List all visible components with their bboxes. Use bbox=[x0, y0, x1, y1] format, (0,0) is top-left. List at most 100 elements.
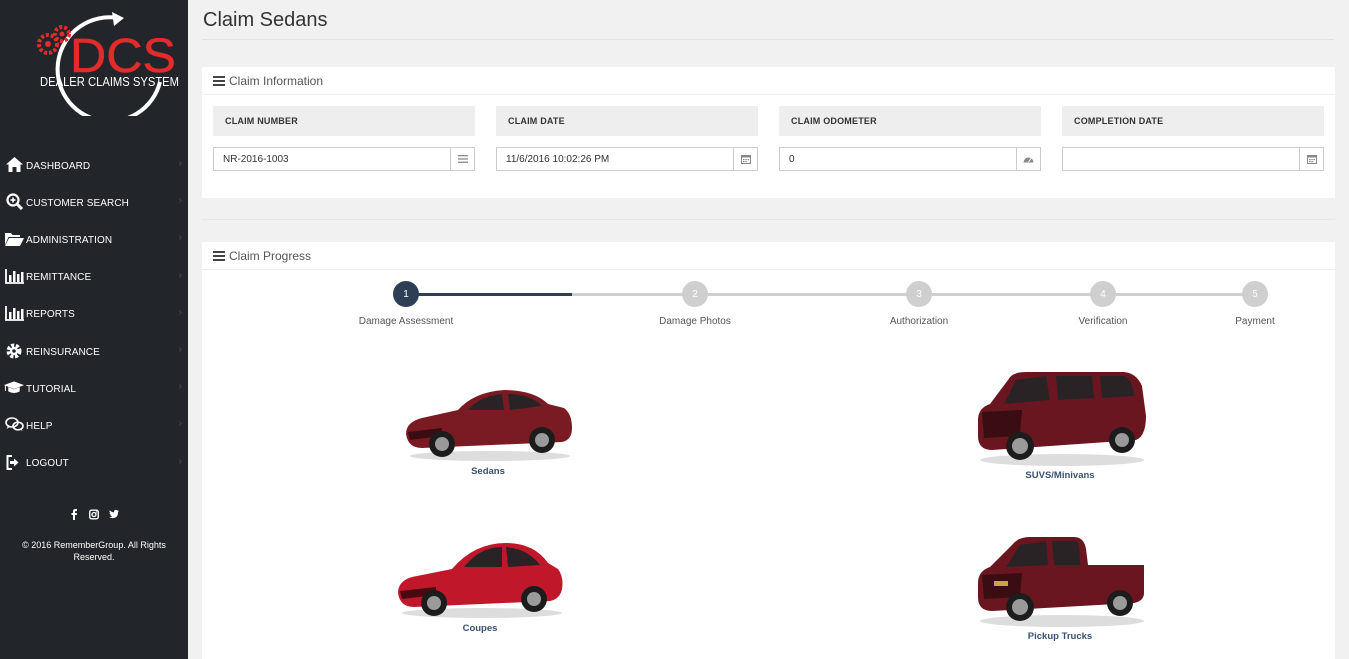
step-number: 3 bbox=[906, 281, 932, 307]
sidebar-item-label: LOGOUT bbox=[26, 458, 69, 470]
dcs-logo[interactable]: DCS DEALER CLAIMS SYSTEM bbox=[20, 4, 180, 124]
claim-number-input[interactable] bbox=[214, 148, 450, 170]
sidebar-item-dashboard[interactable]: DASHBOARD › bbox=[0, 146, 188, 183]
step-number: 4 bbox=[1090, 281, 1116, 307]
page-title: Claim Sedans bbox=[203, 9, 328, 31]
field-label: CLAIM ODOMETER bbox=[779, 106, 1041, 136]
coupe-car-image bbox=[398, 543, 563, 618]
graduation-cap-icon bbox=[4, 379, 24, 397]
dashboard-gauge-icon[interactable] bbox=[1016, 148, 1040, 170]
sidebar-item-remittance[interactable]: REMITTANCE › bbox=[0, 258, 188, 295]
search-plus-icon bbox=[4, 193, 24, 211]
list-icon[interactable] bbox=[450, 148, 474, 170]
vehicle-option-pickup-trucks[interactable]: Pickup Trucks bbox=[960, 527, 1160, 642]
sidebar: DCS DEALER CLAIMS SYSTEM DASHBOARD › CUS… bbox=[0, 0, 188, 659]
bar-chart-icon bbox=[4, 267, 24, 285]
suv-car-image bbox=[978, 372, 1146, 466]
sidebar-item-logout[interactable]: LOGOUT › bbox=[0, 444, 188, 481]
chevron-right-icon: › bbox=[178, 232, 182, 244]
pickup-truck-image bbox=[978, 537, 1144, 627]
step-label: Authorization bbox=[889, 316, 949, 327]
sidebar-item-administration[interactable]: ADMINISTRATION › bbox=[0, 220, 188, 257]
divider bbox=[202, 39, 1334, 40]
panel-header: Claim Information bbox=[202, 67, 1335, 95]
sidebar-item-label: REINSURANCE bbox=[26, 346, 100, 358]
chevron-right-icon: › bbox=[178, 455, 182, 467]
completion-date-field: COMPLETION DATE bbox=[1062, 106, 1324, 171]
step-label: Damage Assessment bbox=[358, 316, 454, 327]
sidebar-item-label: DASHBOARD bbox=[26, 160, 91, 172]
chevron-right-icon: › bbox=[178, 418, 182, 430]
sidebar-item-reinsurance[interactable]: REINSURANCE › bbox=[0, 332, 188, 369]
vehicle-option-suvs-minivans[interactable]: SUVS/Minivans bbox=[960, 366, 1160, 481]
copyright-text: © 2016 RememberGroup. All Rights Reserve… bbox=[22, 540, 166, 562]
chevron-right-icon: › bbox=[178, 158, 182, 169]
twitter-icon[interactable] bbox=[109, 508, 119, 520]
chevron-right-icon: › bbox=[178, 269, 182, 281]
chevron-right-icon: › bbox=[178, 306, 182, 318]
sidebar-item-label: TUTORIAL bbox=[26, 383, 77, 395]
instagram-icon[interactable] bbox=[89, 508, 99, 520]
completion-date-input-group bbox=[1062, 147, 1324, 171]
chevron-right-icon: › bbox=[178, 381, 182, 393]
step-number: 1 bbox=[393, 281, 419, 307]
chat-bubbles-icon bbox=[4, 416, 24, 434]
progress-stepper: 1 Damage Assessment 2 Damage Photos 3 Au… bbox=[202, 270, 1335, 340]
claim-information-panel: Claim Information CLAIM NUMBER CLAIM DAT… bbox=[202, 67, 1335, 198]
sidebar-item-label: HELP bbox=[26, 420, 53, 432]
facebook-icon[interactable] bbox=[69, 508, 79, 520]
folder-open-icon bbox=[4, 230, 24, 248]
step-payment[interactable]: 5 Payment bbox=[1235, 281, 1275, 327]
step-damage-photos[interactable]: 2 Damage Photos bbox=[659, 281, 731, 327]
field-label: CLAIM DATE bbox=[496, 106, 758, 136]
claim-date-input[interactable] bbox=[497, 148, 733, 170]
step-verification[interactable]: 4 Verification bbox=[1079, 281, 1127, 327]
vehicle-label: Sedans bbox=[471, 466, 505, 477]
step-authorization[interactable]: 3 Authorization bbox=[890, 281, 948, 327]
divider bbox=[202, 219, 1335, 220]
step-damage-assessment[interactable]: 1 Damage Assessment bbox=[359, 281, 453, 327]
claim-odometer-input[interactable] bbox=[780, 148, 1016, 170]
step-label: Damage Photos bbox=[659, 316, 731, 327]
panel-header: Claim Progress bbox=[202, 242, 1335, 270]
svg-text:DEALER CLAIMS SYSTEM: DEALER CLAIMS SYSTEM bbox=[40, 75, 179, 89]
sidebar-item-help[interactable]: HELP › bbox=[0, 406, 188, 443]
claim-number-field: CLAIM NUMBER bbox=[213, 106, 475, 171]
chevron-right-icon: › bbox=[178, 343, 182, 355]
home-icon bbox=[4, 156, 24, 174]
field-label: CLAIM NUMBER bbox=[213, 106, 475, 136]
sidebar-nav: DASHBOARD › CUSTOMER SEARCH › ADMINISTRA… bbox=[0, 146, 188, 481]
sidebar-item-label: CUSTOMER SEARCH bbox=[26, 197, 129, 209]
vehicle-label: Pickup Trucks bbox=[1027, 631, 1093, 642]
vehicle-option-coupes[interactable]: Coupes bbox=[382, 535, 578, 634]
gear-icon bbox=[4, 342, 24, 360]
vehicle-option-sedans[interactable]: Sedans bbox=[390, 378, 586, 477]
bar-chart-icon bbox=[4, 304, 24, 322]
panel-title: Claim Progress bbox=[229, 248, 312, 263]
claim-odometer-field: CLAIM ODOMETER bbox=[779, 106, 1041, 171]
panel-title: Claim Information bbox=[229, 73, 324, 88]
step-number: 5 bbox=[1242, 281, 1268, 307]
list-icon bbox=[213, 75, 225, 86]
vehicle-label: Coupes bbox=[462, 623, 498, 634]
vehicle-label: SUVS/Minivans bbox=[1025, 470, 1095, 481]
sidebar-item-customer-search[interactable]: CUSTOMER SEARCH › bbox=[0, 183, 188, 220]
sidebar-item-label: REMITTANCE bbox=[26, 272, 92, 284]
sidebar-item-tutorial[interactable]: TUTORIAL › bbox=[0, 369, 188, 406]
calendar-icon[interactable] bbox=[1299, 148, 1323, 170]
sidebar-item-label: ADMINISTRATION bbox=[26, 234, 113, 246]
claim-odometer-input-group bbox=[779, 147, 1041, 171]
calendar-icon[interactable] bbox=[733, 148, 757, 170]
sidebar-item-reports[interactable]: REPORTS › bbox=[0, 295, 188, 332]
main-content: Claim Sedans Claim Information CLAIM NUM… bbox=[188, 0, 1349, 659]
claim-date-input-group bbox=[496, 147, 758, 171]
field-label: COMPLETION DATE bbox=[1062, 106, 1324, 136]
sign-out-icon bbox=[4, 453, 24, 471]
chevron-right-icon: › bbox=[178, 195, 182, 207]
social-links bbox=[0, 508, 188, 520]
step-label: Verification bbox=[1078, 316, 1128, 327]
step-number: 2 bbox=[682, 281, 708, 307]
list-icon bbox=[213, 250, 225, 261]
completion-date-input[interactable] bbox=[1063, 148, 1299, 170]
step-label: Payment bbox=[1235, 316, 1275, 327]
